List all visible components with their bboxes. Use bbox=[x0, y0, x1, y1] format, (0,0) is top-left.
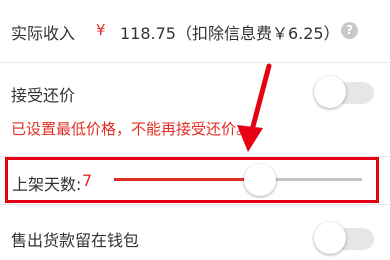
accept-counter-offer-label: 接受还价 bbox=[11, 86, 76, 105]
toggle-knob bbox=[314, 76, 346, 108]
toggle-knob bbox=[314, 222, 346, 254]
help-circle-icon[interactable]: ? bbox=[341, 22, 358, 39]
accept-counter-offer-row: 接受还价 已设置最低价格，不能再接受还价。 bbox=[0, 63, 390, 156]
keep-in-wallet-row: 售出货款留在钱包 bbox=[0, 205, 390, 260]
counter-offer-note: 已设置最低价格，不能再接受还价。 bbox=[11, 120, 252, 138]
income-currency: ¥ bbox=[96, 21, 106, 39]
keep-in-wallet-label: 售出货款留在钱包 bbox=[11, 231, 140, 250]
income-row: 实际收入 ¥ 118.75（扣除信息费￥6.25） ? bbox=[0, 0, 390, 62]
income-amount: 118.75（扣除信息费￥6.25） bbox=[120, 24, 340, 43]
accept-counter-offer-toggle[interactable] bbox=[314, 76, 374, 108]
highlight-box bbox=[5, 157, 379, 203]
keep-in-wallet-toggle[interactable] bbox=[314, 222, 374, 254]
income-label: 实际收入 bbox=[11, 24, 76, 43]
